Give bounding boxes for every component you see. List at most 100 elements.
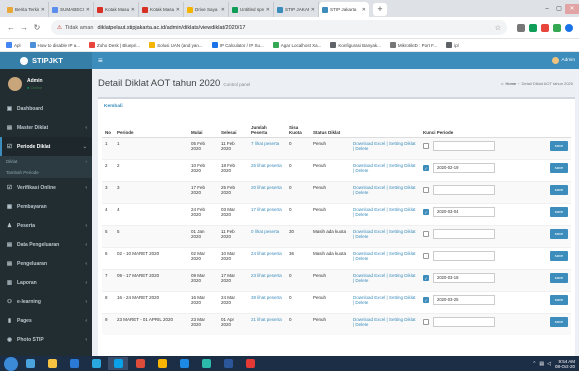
save-button[interactable]: save <box>550 250 568 261</box>
browser-tab[interactable]: Kotak Masuk (✕ <box>94 2 139 17</box>
browser-tab[interactable]: Drive Saya - G✕ <box>184 2 229 17</box>
profile-avatar[interactable] <box>565 23 573 32</box>
save-button[interactable]: save <box>550 184 568 195</box>
action-links[interactable]: Download Excel | Setting Diklat | Delete <box>353 163 415 173</box>
start-button[interactable] <box>4 356 18 371</box>
taskbar-app-icon[interactable] <box>174 357 194 370</box>
save-button[interactable]: save <box>550 140 568 151</box>
close-tab-icon[interactable]: ✕ <box>86 7 90 13</box>
zoom-icon[interactable] <box>517 23 525 32</box>
bookmark-item[interactable]: ipl <box>446 42 459 48</box>
action-links[interactable]: Download Excel | Setting Diklat | Delete <box>353 229 415 239</box>
bookmark-item[interactable]: Agar Localhost Xa... <box>272 42 321 48</box>
save-button[interactable]: save <box>550 272 568 283</box>
back-link[interactable]: Kembali <box>104 104 123 109</box>
close-tab-icon[interactable]: ✕ <box>176 7 180 13</box>
kunci-checkbox[interactable] <box>423 186 429 193</box>
bookmark-item[interactable]: IP Calculator / IP Su... <box>211 42 264 48</box>
lihat-peserta-link[interactable]: 26 lihat peserta <box>251 163 282 168</box>
bookmark-item[interactable]: Apl <box>6 42 21 48</box>
header-user-menu[interactable]: Admin <box>552 57 575 64</box>
lihat-peserta-link[interactable]: 17 lihat peserta <box>251 207 282 212</box>
bookmark-item[interactable]: Solusi UAN (and yan... <box>149 42 203 48</box>
close-tab-icon[interactable]: ✕ <box>221 7 225 13</box>
action-links[interactable]: Download Excel | Setting Diklat | Delete <box>353 185 415 195</box>
kunci-date-input[interactable] <box>433 316 495 327</box>
taskbar-app-icon[interactable] <box>218 357 238 370</box>
lihat-peserta-link[interactable]: 0 lihat peserta <box>251 229 279 234</box>
browser-tab[interactable]: Kotak Masuk (✕ <box>139 2 184 17</box>
action-links[interactable]: Download Excel | Setting Diklat | Delete <box>353 251 415 261</box>
close-window-icon[interactable]: ✕ <box>565 3 579 14</box>
sidebar-item-dashboard[interactable]: ▣ Dashboard <box>0 99 92 118</box>
kunci-date-input[interactable]: 2020-03-04 <box>433 206 495 217</box>
reload-icon[interactable]: ↻ <box>32 23 42 32</box>
extension-icon[interactable] <box>553 23 561 32</box>
kunci-checkbox[interactable]: ✓ <box>423 274 429 281</box>
sidebar-item-verifikasi-online[interactable]: ☑ Verifikasi Online ‹ <box>0 178 92 197</box>
lihat-peserta-link[interactable]: 21 lihat peserta <box>251 317 282 322</box>
kunci-checkbox[interactable]: ✓ <box>423 208 429 215</box>
kunci-date-input[interactable] <box>433 228 495 239</box>
action-links[interactable]: Download Excel | Setting Diklat | Delete <box>353 141 415 151</box>
kunci-date-input[interactable] <box>433 140 495 151</box>
taskbar-app-icon[interactable] <box>86 357 106 370</box>
extension-icon[interactable] <box>529 23 537 32</box>
sidebar-item-e-learning[interactable]: ⚇ e-learning ‹ <box>0 292 92 311</box>
kunci-checkbox[interactable] <box>423 252 429 259</box>
extension-icon[interactable] <box>541 23 549 32</box>
url-input[interactable]: ⚠ Tidak aman diklatpelaut.stipjakarta.ac… <box>51 20 507 35</box>
new-tab-button[interactable]: + <box>373 3 387 16</box>
sidebar-toggle-icon[interactable]: ≡ <box>98 56 103 65</box>
kunci-checkbox[interactable]: ✓ <box>423 296 429 303</box>
taskbar-app-icon[interactable] <box>20 357 40 370</box>
lihat-peserta-link[interactable]: 7 lihat peserta <box>251 141 279 146</box>
taskbar-app-icon[interactable] <box>196 357 216 370</box>
sidebar-item-pages[interactable]: ▮ Pages ‹ <box>0 311 92 330</box>
kunci-date-input[interactable]: 2020-02-19 <box>433 162 495 173</box>
forward-arrow-icon[interactable]: → <box>19 23 29 32</box>
browser-tab[interactable]: SUMABECON✕ <box>49 2 94 17</box>
taskbar-app-icon[interactable] <box>152 357 172 370</box>
kunci-checkbox[interactable] <box>423 230 429 237</box>
kunci-checkbox[interactable]: ✓ <box>423 164 429 171</box>
lihat-peserta-link[interactable]: 23 lihat peserta <box>251 273 282 278</box>
bookmark-star-icon[interactable]: ☆ <box>495 24 501 32</box>
taskbar-app-icon[interactable] <box>240 357 260 370</box>
sidebar-item-periode-diklat[interactable]: ☑ Periode Diklat ⌄ <box>0 137 92 156</box>
action-links[interactable]: Download Excel | Setting Diklat | Delete <box>353 273 415 283</box>
save-button[interactable]: save <box>550 316 568 327</box>
sidebar-item-pembayaran[interactable]: ▦ Pembayaran <box>0 197 92 216</box>
submenu-item[interactable]: Tambah Periode <box>0 167 92 178</box>
browser-tab[interactable]: STIP Jakarta ✕ <box>319 2 369 17</box>
save-button[interactable]: save <box>550 228 568 239</box>
bookmark-item[interactable]: Konfigurasi Banyak... <box>330 42 381 48</box>
bookmark-item[interactable]: MikrotikID : Port F... <box>389 42 437 48</box>
sidebar-item-master-diklat[interactable]: ▤ Master Diklat ‹ <box>0 118 92 137</box>
save-button[interactable]: save <box>550 206 568 217</box>
maximize-icon[interactable]: ▢ <box>553 5 565 12</box>
close-tab-icon[interactable]: ✕ <box>41 7 45 13</box>
sidebar-item-photo-stip[interactable]: ◉ Photo STIP ‹ <box>0 330 92 349</box>
bookmark-item[interactable]: Zoho Desk | Bluepri... <box>88 42 140 48</box>
action-links[interactable]: Download Excel | Setting Diklat | Delete <box>353 295 415 305</box>
kunci-date-input[interactable] <box>433 250 495 261</box>
kunci-date-input[interactable] <box>433 184 495 195</box>
taskbar-app-icon[interactable] <box>64 357 84 370</box>
lihat-peserta-link[interactable]: 38 lihat peserta <box>251 295 282 300</box>
action-links[interactable]: Download Excel | Setting Diklat | Delete <box>353 317 415 327</box>
browser-tab[interactable]: STIP JAKARTA✕ <box>274 2 319 17</box>
browser-tab[interactable]: Untitled sprea✕ <box>229 2 274 17</box>
submenu-item[interactable]: Diklat ‹ <box>0 156 92 167</box>
kunci-date-input[interactable]: 2020-03-18 <box>433 272 495 283</box>
taskbar-clock[interactable]: 9:54 AM 08-Oct-20 <box>555 359 575 369</box>
breadcrumb-home[interactable]: Home <box>505 81 516 86</box>
save-button[interactable]: save <box>550 294 568 305</box>
sidebar-item-data-pengeluaran[interactable]: ▤ Data Pengeluaran ‹ <box>0 235 92 254</box>
taskbar-app-icon[interactable] <box>130 357 150 370</box>
lihat-peserta-link[interactable]: 24 lihat peserta <box>251 251 282 256</box>
close-tab-icon[interactable]: ✕ <box>131 7 135 13</box>
lihat-peserta-link[interactable]: 20 lihat peserta <box>251 185 282 190</box>
kunci-date-input[interactable]: 2020-03-25 <box>433 294 495 305</box>
kunci-checkbox[interactable] <box>423 142 429 149</box>
